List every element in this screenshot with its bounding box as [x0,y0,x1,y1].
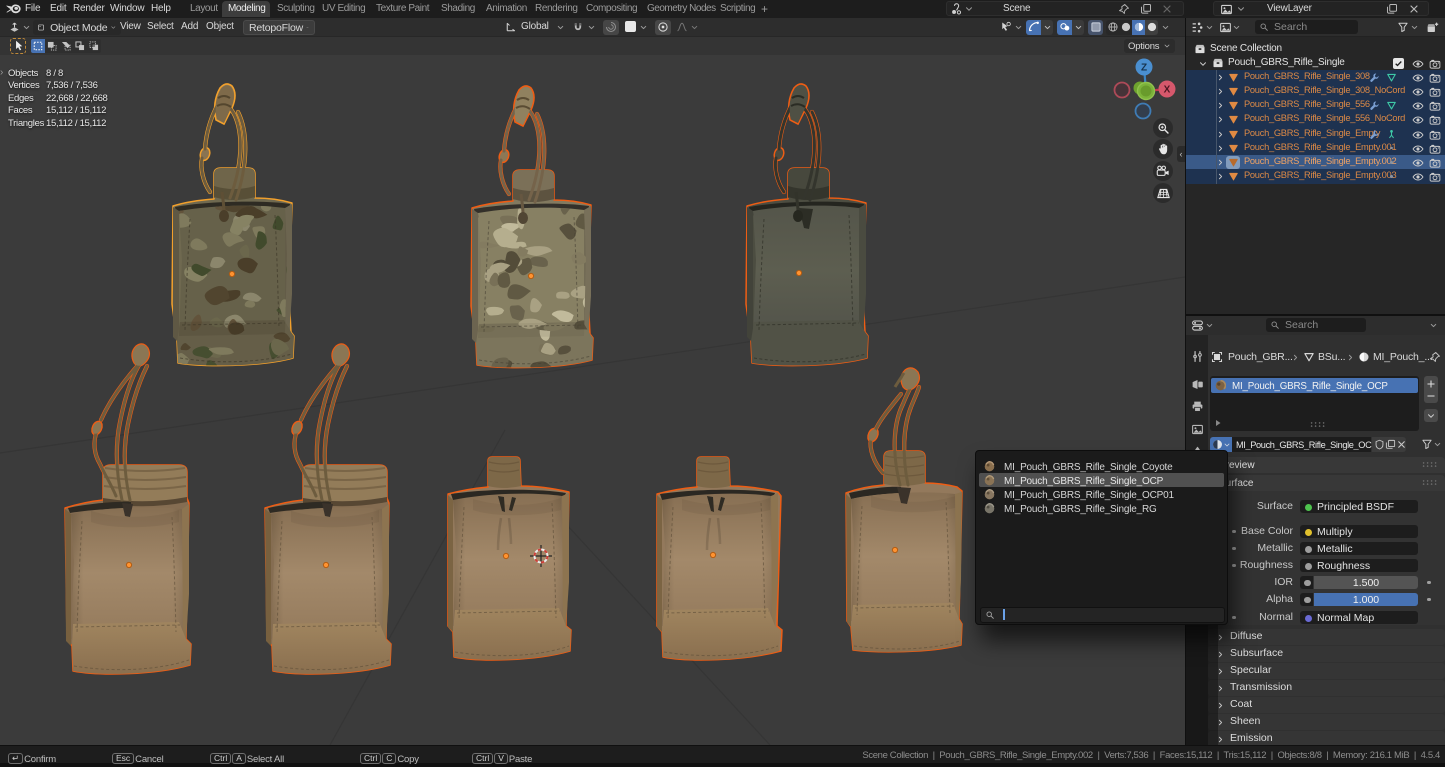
svg-text:Z: Z [1141,63,1147,74]
svg-text:X: X [1164,85,1171,96]
